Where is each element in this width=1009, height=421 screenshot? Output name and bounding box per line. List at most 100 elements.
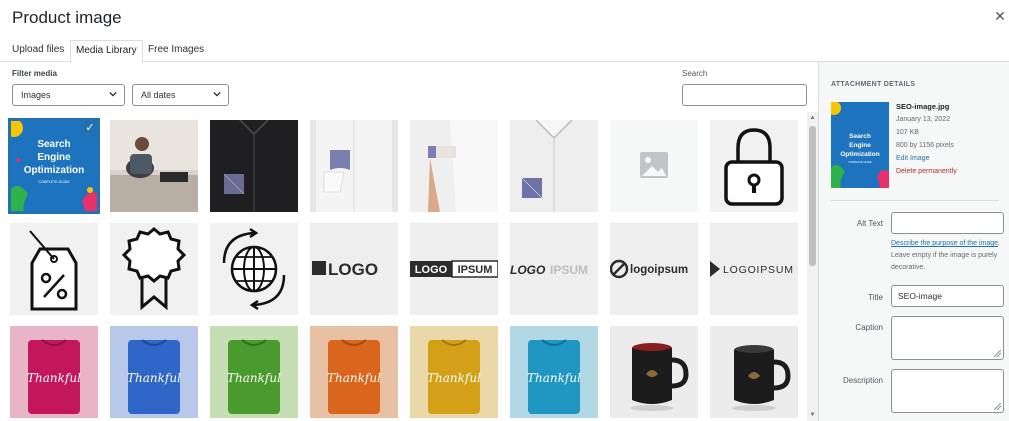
attachment-details-panel: ATTACHMENT DETAILS Search Engine Optimiz… bbox=[818, 62, 1009, 421]
preview-line1: Search bbox=[849, 133, 871, 140]
globe-icon bbox=[210, 223, 298, 315]
title-input[interactable]: SEO-image bbox=[891, 285, 1004, 307]
shirt-text: Thankful bbox=[127, 371, 181, 385]
search-label: Search bbox=[682, 69, 708, 78]
media-thumb-logo-1[interactable]: LOGO bbox=[310, 223, 398, 315]
alt-text-help: Describe the purpose of the image. Leave… bbox=[891, 238, 1001, 274]
resize-handle-icon[interactable] bbox=[994, 350, 1001, 357]
caption-label: Caption bbox=[855, 323, 883, 332]
media-thumb-shirt-teal[interactable]: Thankful bbox=[510, 326, 598, 418]
resize-handle-icon[interactable] bbox=[994, 403, 1001, 410]
media-thumb-shirt-model[interactable] bbox=[410, 120, 498, 212]
scroll-thumb[interactable] bbox=[809, 126, 816, 266]
description-textarea[interactable] bbox=[891, 369, 1004, 413]
black-shirt-photo bbox=[210, 120, 298, 212]
close-icon[interactable]: ✕ bbox=[993, 8, 1007, 25]
logo-2-text-a: LOGO bbox=[415, 264, 448, 276]
seo-line1: Search bbox=[37, 139, 70, 150]
title-label: Title bbox=[868, 293, 883, 302]
media-type-value: Images bbox=[21, 90, 51, 100]
logo-3-text-a: LOGO bbox=[510, 263, 546, 277]
black-mug-photo bbox=[610, 326, 698, 418]
logo-1-text: LOGO bbox=[328, 260, 378, 279]
check-icon[interactable]: ✓ bbox=[82, 120, 98, 136]
media-thumb-placeholder[interactable] bbox=[610, 120, 698, 212]
media-thumb-logo-3[interactable]: LOGO IPSUM bbox=[510, 223, 598, 315]
logo-3-text-b: IPSUM bbox=[550, 263, 588, 277]
media-thumb-discount-tag[interactable] bbox=[10, 223, 98, 315]
shirt-text: Thankful bbox=[27, 371, 81, 385]
media-thumb-seo-image[interactable]: Search Engine Optimization COMPLETE GUID… bbox=[8, 118, 100, 214]
dotted-shirt-photo bbox=[510, 120, 598, 212]
media-thumb-globe[interactable] bbox=[210, 223, 298, 315]
media-thumb-badge[interactable] bbox=[110, 223, 198, 315]
folded-shirt-yellow: Thankful bbox=[410, 326, 498, 418]
seo-line3: Optimization bbox=[24, 165, 85, 176]
filter-media-label: Filter media bbox=[12, 69, 57, 78]
attachment-info: SEO-image.jpg January 13, 2022 107 KB 80… bbox=[896, 100, 957, 178]
description-label: Description bbox=[842, 376, 883, 385]
logo-4-image: logoipsum bbox=[610, 223, 698, 315]
media-thumb-logo-5[interactable]: LOGOIPSUM bbox=[710, 223, 798, 315]
caption-textarea[interactable] bbox=[891, 316, 1004, 360]
tab-upload-files[interactable]: Upload files bbox=[7, 40, 69, 62]
lock-icon bbox=[710, 120, 798, 212]
attachment-date: January 13, 2022 bbox=[896, 116, 951, 123]
attachment-dimensions: 800 by 1156 pixels bbox=[896, 142, 954, 149]
edit-image-link[interactable]: Edit Image bbox=[896, 152, 957, 165]
attachment-filename: SEO-image.jpg bbox=[896, 102, 950, 111]
media-thumb-lock[interactable] bbox=[710, 120, 798, 212]
media-date-value: All dates bbox=[141, 90, 176, 100]
media-grid-scrollbar[interactable]: ▲ ▼ bbox=[807, 112, 818, 421]
logo-5-text: LOGOIPSUM bbox=[723, 264, 794, 276]
folded-shirt-orange: Thankful bbox=[310, 326, 398, 418]
logo-4-text: logoipsum bbox=[630, 264, 688, 276]
media-thumb-mug-1[interactable] bbox=[610, 326, 698, 418]
scroll-down-icon[interactable]: ▼ bbox=[809, 411, 816, 419]
details-divider bbox=[831, 200, 999, 201]
preview-line3: Optimization bbox=[840, 151, 879, 158]
logo-2-image: LOGO IPSUM bbox=[410, 223, 498, 315]
folded-shirt-teal: Thankful bbox=[510, 326, 598, 418]
chevron-down-icon bbox=[213, 91, 221, 97]
logo-2-text-b: IPSUM bbox=[458, 264, 493, 276]
media-thumb-shirt-blue[interactable]: Thankful bbox=[110, 326, 198, 418]
alt-text-help-link[interactable]: Describe the purpose of the image bbox=[891, 240, 998, 247]
modal-title: Product image bbox=[12, 8, 122, 27]
tab-free-images[interactable]: Free Images bbox=[143, 40, 209, 62]
media-thumb-logo-2[interactable]: LOGO IPSUM bbox=[410, 223, 498, 315]
folded-shirt-pink: Thankful bbox=[10, 326, 98, 418]
media-grid: Search Engine Optimization COMPLETE GUID… bbox=[0, 112, 806, 421]
delete-permanently-link[interactable]: Delete permanently bbox=[896, 165, 957, 178]
alt-text-input[interactable] bbox=[891, 212, 1004, 234]
shirt-model-photo bbox=[410, 120, 498, 212]
media-thumb-mug-2[interactable] bbox=[710, 326, 798, 418]
discount-tag-icon bbox=[10, 223, 98, 315]
media-thumb-shirt-orange[interactable]: Thankful bbox=[310, 326, 398, 418]
seo-caption: COMPLETE GUIDE bbox=[38, 180, 70, 184]
shirt-text: Thankful bbox=[527, 371, 581, 385]
tab-media-library[interactable]: Media Library bbox=[70, 40, 143, 63]
media-thumb-shirt-pink[interactable]: Thankful bbox=[10, 326, 98, 418]
logo-5-image: LOGOIPSUM bbox=[710, 223, 798, 315]
media-thumb-shirt-yellow[interactable]: Thankful bbox=[410, 326, 498, 418]
attachment-size: 107 KB bbox=[896, 129, 919, 136]
media-thumb-shirt-green[interactable]: Thankful bbox=[210, 326, 298, 418]
media-thumb-yoga[interactable] bbox=[110, 120, 198, 212]
search-input[interactable] bbox=[682, 84, 807, 106]
media-type-select[interactable]: Images bbox=[12, 84, 125, 106]
shirt-text: Thankful bbox=[227, 371, 281, 385]
media-thumb-dotted-shirt[interactable] bbox=[510, 120, 598, 212]
media-thumb-white-shirt[interactable] bbox=[310, 120, 398, 212]
folded-shirt-blue: Thankful bbox=[110, 326, 198, 418]
preview-line2: Engine bbox=[849, 142, 871, 149]
yoga-photo bbox=[110, 120, 198, 212]
media-date-select[interactable]: All dates bbox=[132, 84, 229, 106]
scroll-up-icon[interactable]: ▲ bbox=[809, 114, 816, 122]
media-thumb-black-shirt[interactable] bbox=[210, 120, 298, 212]
media-thumb-logo-4[interactable]: logoipsum bbox=[610, 223, 698, 315]
shirt-text: Thankful bbox=[327, 371, 381, 385]
media-modal: Product image ✕ Upload files Media Libra… bbox=[0, 0, 1009, 421]
seo-line2: Engine bbox=[37, 152, 71, 163]
attachment-details-heading: ATTACHMENT DETAILS bbox=[831, 81, 916, 88]
